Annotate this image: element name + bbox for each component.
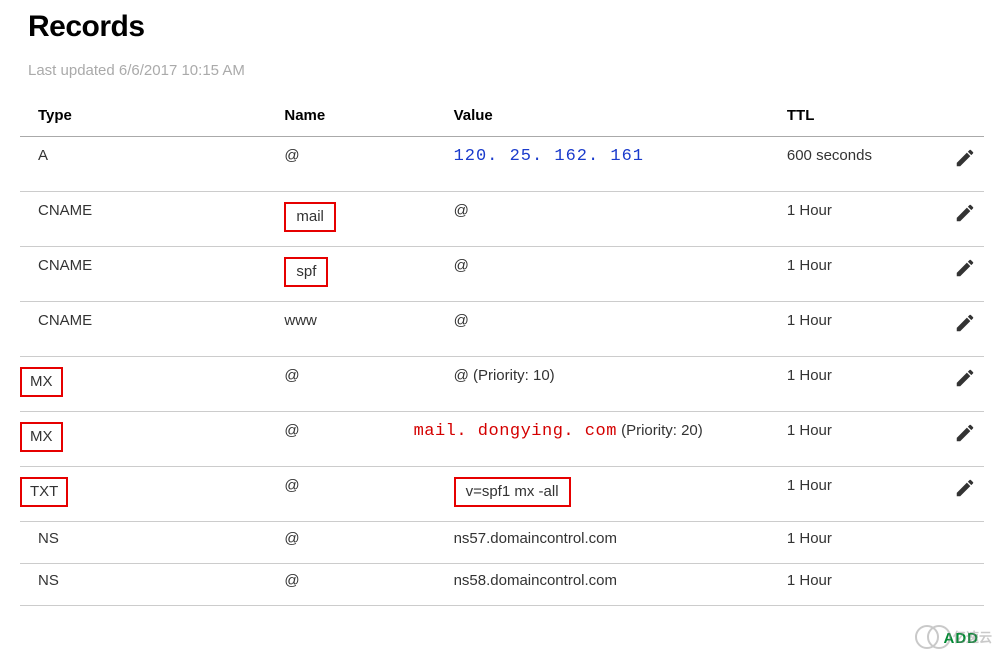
value-text-suffix: (Priority: 20): [621, 422, 703, 439]
cell-value: ns57.domaincontrol.com: [446, 522, 779, 564]
cell-edit: [938, 192, 984, 247]
table-row: CNAME www @ 1 Hour: [20, 302, 984, 357]
highlight-box: mail: [284, 202, 336, 232]
cell-ttl: 1 Hour: [779, 412, 938, 467]
cell-name: www: [276, 302, 445, 357]
cell-type: A: [20, 137, 276, 192]
cell-edit: [938, 247, 984, 302]
cell-edit: [938, 522, 984, 564]
cell-name: spf: [276, 247, 445, 302]
table-row: CNAME mail @ 1 Hour: [20, 192, 984, 247]
cell-value: 120. 25. 162. 161: [446, 137, 779, 192]
table-row: A @ 120. 25. 162. 161 600 seconds: [20, 137, 984, 192]
cell-value: @ (Priority: 10): [446, 357, 779, 412]
cell-value: ns58.domaincontrol.com: [446, 564, 779, 606]
highlight-box: TXT: [20, 477, 68, 507]
cell-value: v=spf1 mx -all: [446, 467, 779, 522]
column-header-ttl: TTL: [779, 97, 938, 137]
cell-type: CNAME: [20, 247, 276, 302]
cell-name: @: [276, 564, 445, 606]
highlight-box: spf: [284, 257, 328, 287]
page-header: Records Last updated 6/6/2017 10:15 AM: [0, 0, 1004, 79]
table-row: CNAME spf @ 1 Hour: [20, 247, 984, 302]
cell-edit: [938, 412, 984, 467]
column-header-name: Name: [276, 97, 445, 137]
cell-ttl: 1 Hour: [779, 467, 938, 522]
cell-edit: [938, 467, 984, 522]
cell-type: MX: [20, 412, 276, 467]
table-row: NS @ ns57.domaincontrol.com 1 Hour: [20, 522, 984, 564]
table-header-row: Type Name Value TTL: [20, 97, 984, 137]
cell-type: NS: [20, 564, 276, 606]
last-updated: Last updated 6/6/2017 10:15 AM: [28, 62, 976, 79]
cell-value: @: [446, 247, 779, 302]
records-table: Type Name Value TTL A @ 120. 25. 162. 16…: [20, 97, 984, 606]
cell-value: @: [446, 192, 779, 247]
edit-icon[interactable]: [954, 147, 976, 169]
cell-name: @: [276, 467, 445, 522]
column-header-type: Type: [20, 97, 276, 137]
edit-icon[interactable]: [954, 257, 976, 279]
cell-ttl: 1 Hour: [779, 247, 938, 302]
cell-name: @: [276, 522, 445, 564]
cell-name: @: [276, 137, 445, 192]
cell-edit: [938, 564, 984, 606]
column-header-value: Value: [446, 97, 779, 137]
cell-type: NS: [20, 522, 276, 564]
cell-type: CNAME: [20, 302, 276, 357]
cell-type: TXT: [20, 467, 276, 522]
value-text-highlight: mail. dongying. com: [414, 422, 617, 441]
cell-value: mail. dongying. com (Priority: 20): [446, 412, 779, 467]
edit-icon[interactable]: [954, 422, 976, 444]
cell-ttl: 600 seconds: [779, 137, 938, 192]
edit-icon[interactable]: [954, 312, 976, 334]
cell-edit: [938, 137, 984, 192]
table-row: NS @ ns58.domaincontrol.com 1 Hour: [20, 564, 984, 606]
cell-ttl: 1 Hour: [779, 522, 938, 564]
edit-icon[interactable]: [954, 367, 976, 389]
cell-value: @: [446, 302, 779, 357]
highlight-box: MX: [20, 422, 63, 452]
highlight-box: v=spf1 mx -all: [454, 477, 571, 507]
cell-ttl: 1 Hour: [779, 564, 938, 606]
page-title: Records: [28, 10, 976, 44]
add-button[interactable]: ADD: [944, 630, 980, 647]
edit-icon[interactable]: [954, 477, 976, 499]
cell-edit: [938, 357, 984, 412]
cell-name: mail: [276, 192, 445, 247]
cell-type: MX: [20, 357, 276, 412]
value-text: 120. 25. 162. 161: [454, 147, 644, 166]
cell-edit: [938, 302, 984, 357]
column-header-edit: [938, 97, 984, 137]
cell-name: @: [276, 357, 445, 412]
cell-ttl: 1 Hour: [779, 192, 938, 247]
table-row: MX @ @ (Priority: 10) 1 Hour: [20, 357, 984, 412]
table-row: TXT @ v=spf1 mx -all 1 Hour: [20, 467, 984, 522]
highlight-box: MX: [20, 367, 63, 397]
table-row: MX @ mail. dongying. com (Priority: 20) …: [20, 412, 984, 467]
cell-ttl: 1 Hour: [779, 302, 938, 357]
edit-icon[interactable]: [954, 202, 976, 224]
cell-type: CNAME: [20, 192, 276, 247]
cell-ttl: 1 Hour: [779, 357, 938, 412]
